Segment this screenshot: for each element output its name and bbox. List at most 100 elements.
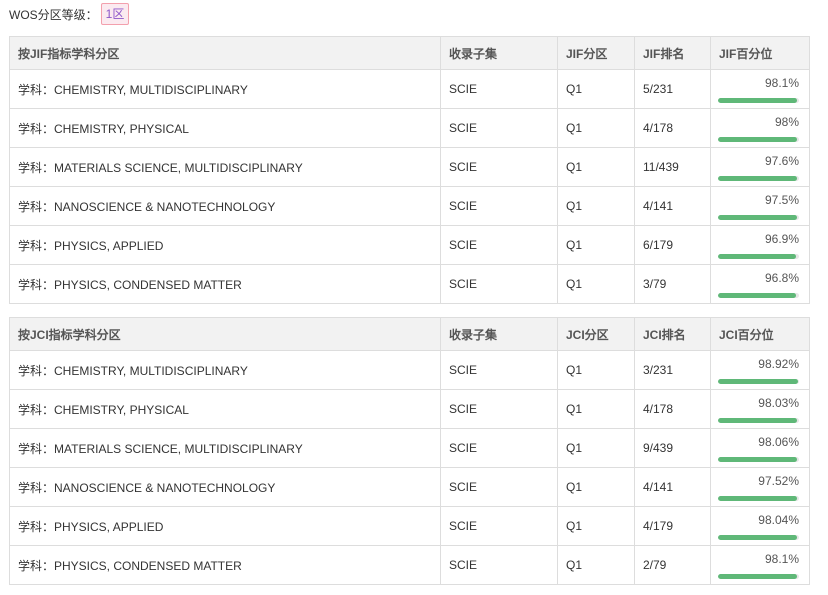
jif-quartile-cell: Q1	[557, 264, 635, 304]
jif-percentile-cell: 98%	[710, 108, 810, 148]
jci-quartile-cell: Q1	[557, 506, 635, 546]
jci-rank-cell: 3/231	[634, 350, 711, 390]
jci-percentile-bar-track	[718, 496, 799, 501]
jci-percentile-label: 98.06%	[758, 435, 799, 449]
jif-percentile-bar-fill	[718, 137, 798, 142]
jif-subject-cell: 学科：NANOSCIENCE & NANOTECHNOLOGY	[9, 186, 441, 226]
jif-percentile-label: 96.9%	[764, 232, 799, 246]
jci-rank-cell: 9/439	[634, 428, 711, 468]
jci-rank-cell: 4/178	[634, 389, 711, 429]
jci-collection-cell: SCIE	[440, 428, 558, 468]
jci-percentile-cell: 98.04%	[710, 506, 810, 546]
jci-rank-cell: 4/141	[634, 467, 711, 507]
jci-subject-cell: 学科：CHEMISTRY, MULTIDISCIPLINARY	[9, 350, 441, 390]
jci-header-subject: 按JCI指标学科分区	[9, 317, 441, 351]
jci-table-row: 学科：PHYSICS, CONDENSED MATTER SCIE Q1 2/79 98…	[9, 545, 810, 585]
jci-table-row: 学科：CHEMISTRY, PHYSICAL SCIE Q1 4/178 98.03%	[9, 389, 810, 429]
jif-collection-cell: SCIE	[440, 186, 558, 226]
jci-percentile-bar-track	[718, 535, 799, 540]
jif-quartile-cell: Q1	[557, 147, 635, 187]
jif-percentile-bar-track	[718, 98, 799, 103]
jci-subject-cell: 学科：MATERIALS SCIENCE, MULTIDISCIPLINARY	[9, 428, 441, 468]
jci-quartile-cell: Q1	[557, 545, 635, 585]
jci-percentile-label: 98.92%	[758, 357, 799, 371]
jci-table-row: 学科：PHYSICS, APPLIED SCIE Q1 4/179 98.04%	[9, 506, 810, 546]
jif-header-subject: 按JIF指标学科分区	[9, 36, 441, 70]
jif-percentile-label: 97.6%	[764, 154, 799, 168]
wos-grade-line: WOS分区等级： 1区	[9, 3, 130, 25]
jif-table-row: 学科：NANOSCIENCE & NANOTECHNOLOGY SCIE Q1 4/1…	[9, 186, 810, 226]
jci-collection-cell: SCIE	[440, 506, 558, 546]
jif-collection-cell: SCIE	[440, 264, 558, 304]
jif-collection-cell: SCIE	[440, 147, 558, 187]
jif-header-percentile: JIF百分位	[710, 36, 810, 70]
jci-header-percentile: JCI百分位	[710, 317, 810, 351]
jci-header-quartile: JCI分区	[557, 317, 635, 351]
jci-percentile-bar-fill	[718, 457, 798, 462]
jif-percentile-label: 97.5%	[764, 193, 799, 207]
jci-percentile-cell: 97.52%	[710, 467, 810, 507]
jci-percentile-label: 98.03%	[758, 396, 799, 410]
jif-collection-cell: SCIE	[440, 108, 558, 148]
jci-percentile-bar-fill	[718, 496, 797, 501]
jif-quartile-cell: Q1	[557, 225, 635, 265]
jci-percentile-bar-fill	[718, 535, 798, 540]
jif-percentile-bar-track	[718, 137, 799, 142]
jif-percentile-bar-fill	[718, 215, 797, 220]
jci-percentile-bar-track	[718, 574, 799, 579]
jci-header-rank: JCI排名	[634, 317, 711, 351]
jci-subject-cell: 学科：CHEMISTRY, PHYSICAL	[9, 389, 441, 429]
jif-subject-cell: 学科：MATERIALS SCIENCE, MULTIDISCIPLINARY	[9, 147, 441, 187]
jci-percentile-wrap: 98.92%	[712, 352, 809, 389]
jif-subject-cell: 学科：PHYSICS, CONDENSED MATTER	[9, 264, 441, 304]
jif-percentile-wrap: 96.8%	[712, 266, 809, 303]
jif-percentile-bar-fill	[718, 293, 797, 298]
jif-percentile-bar-track	[718, 176, 799, 181]
jci-table-row: 学科：MATERIALS SCIENCE, MULTIDISCIPLINARY S…	[9, 428, 810, 468]
jci-rank-cell: 2/79	[634, 545, 711, 585]
jci-percentile-wrap: 98.04%	[712, 508, 809, 545]
jif-percentile-label: 98%	[774, 115, 799, 129]
jif-table-body: 学科：CHEMISTRY, MULTIDISCIPLINARY SCIE Q1 5/2…	[9, 69, 810, 304]
jif-header-collection: 收录子集	[440, 36, 558, 70]
jif-percentile-bar-fill	[718, 176, 798, 181]
jif-subject-cell: 学科：CHEMISTRY, MULTIDISCIPLINARY	[9, 69, 441, 109]
jci-quartile-cell: Q1	[557, 428, 635, 468]
jci-percentile-cell: 98.03%	[710, 389, 810, 429]
jci-percentile-wrap: 98.03%	[712, 391, 809, 428]
jif-rank-cell: 3/79	[634, 264, 711, 304]
jci-rank-cell: 4/179	[634, 506, 711, 546]
jci-percentile-bar-fill	[718, 574, 798, 579]
jif-subject-cell: 学科：PHYSICS, APPLIED	[9, 225, 441, 265]
jci-collection-cell: SCIE	[440, 467, 558, 507]
jci-percentile-wrap: 98.1%	[712, 547, 809, 584]
jci-percentile-cell: 98.1%	[710, 545, 810, 585]
jif-rank-cell: 5/231	[634, 69, 711, 109]
jci-quartile-cell: Q1	[557, 389, 635, 429]
jci-percentile-bar-fill	[718, 379, 799, 384]
wos-grade-badge: 1区	[100, 3, 130, 25]
jci-percentile-bar-track	[718, 379, 799, 384]
jif-percentile-wrap: 98%	[712, 110, 809, 147]
jci-quartile-cell: Q1	[557, 467, 635, 507]
jif-header-quartile: JIF分区	[557, 36, 635, 70]
jif-subject-cell: 学科：CHEMISTRY, PHYSICAL	[9, 108, 441, 148]
jif-percentile-wrap: 96.9%	[712, 227, 809, 264]
jif-table-header-row: 按JIF指标学科分区 收录子集 JIF分区 JIF排名 JIF百分位	[9, 36, 810, 70]
jif-quartile-cell: Q1	[557, 108, 635, 148]
jci-table: 按JCI指标学科分区 收录子集 JCI分区 JCI排名 JCI百分位 学科：CH…	[9, 317, 810, 585]
jci-percentile-wrap: 98.06%	[712, 430, 809, 467]
jif-percentile-label: 98.1%	[764, 76, 799, 90]
jci-percentile-label: 97.52%	[758, 474, 799, 488]
jci-table-row: 学科：NANOSCIENCE & NANOTECHNOLOGY SCIE Q1 4/1…	[9, 467, 810, 507]
jci-percentile-wrap: 97.52%	[712, 469, 809, 506]
jif-header-rank: JIF排名	[634, 36, 711, 70]
jif-percentile-wrap: 97.5%	[712, 188, 809, 225]
jif-percentile-cell: 97.5%	[710, 186, 810, 226]
jif-rank-cell: 4/141	[634, 186, 711, 226]
jci-collection-cell: SCIE	[440, 545, 558, 585]
jif-rank-cell: 6/179	[634, 225, 711, 265]
wos-grade-label: WOS分区等级：	[9, 7, 98, 22]
jif-quartile-cell: Q1	[557, 186, 635, 226]
jif-table: 按JIF指标学科分区 收录子集 JIF分区 JIF排名 JIF百分位 学科：CH…	[9, 36, 810, 304]
